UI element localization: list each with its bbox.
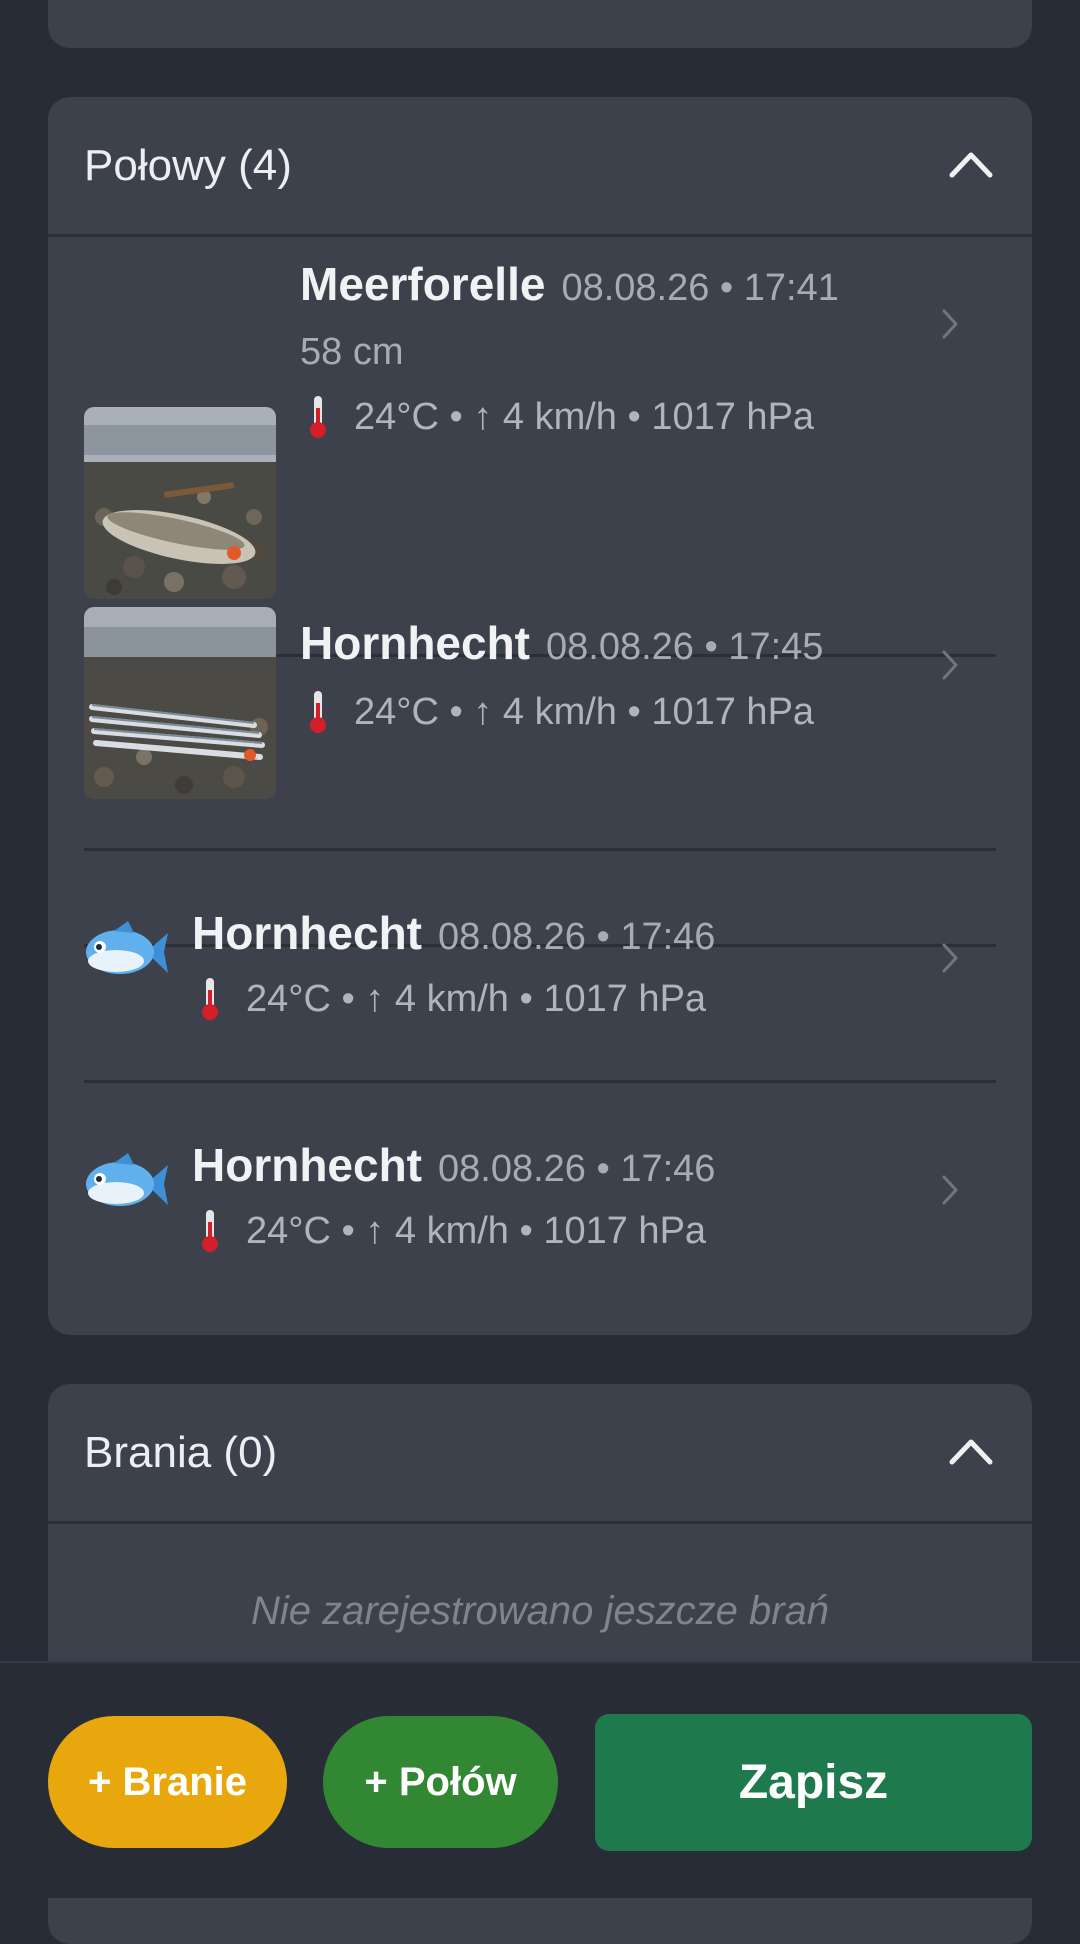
add-catch-button[interactable]: + Połów — [323, 1716, 558, 1848]
catch-weather-text: 24°C • ↑ 4 km/h • 1017 hPa — [354, 690, 815, 733]
catch-weather-text: 24°C • ↑ 4 km/h • 1017 hPa — [246, 977, 707, 1020]
fish-emoji-icon — [86, 921, 168, 974]
fish-emoji-icon — [86, 1153, 168, 1206]
catch-weather: 24°C • ↑ 4 km/h • 1017 hPa — [300, 689, 814, 735]
thermometer-icon — [310, 396, 326, 438]
bites-section-header[interactable]: Brania (0) — [48, 1384, 1032, 1524]
previous-section-card — [48, 0, 1032, 48]
chevron-right-icon[interactable] — [940, 307, 960, 341]
catches-section-header[interactable]: Połowy (4) — [48, 97, 1032, 237]
catch-species: Hornhecht — [192, 907, 422, 959]
thermometer-icon — [202, 1210, 218, 1252]
catch-row-content[interactable]: Hornhecht 08.08.26 • 17:45 24°C • ↑ 4 km/… — [84, 607, 996, 867]
catch-photo-garfish — [84, 607, 276, 799]
catch-row[interactable]: Hornhecht 08.08.26 • 17:46 24°C • ↑ 4 km/… — [84, 848, 996, 1081]
catch-title: Hornhecht 08.08.26 • 17:45 — [300, 616, 823, 670]
catches-section-title: Połowy (4) — [84, 141, 292, 190]
catch-datetime: 08.08.26 • 17:46 — [438, 916, 716, 958]
bottom-action-bar: + Branie + Połów Zapisz — [0, 1661, 1080, 1898]
catch-datetime: 08.08.26 • 17:41 — [561, 267, 839, 309]
catch-title: Hornhecht 08.08.26 • 17:46 — [192, 906, 715, 960]
chevron-up-icon[interactable] — [946, 143, 996, 183]
chevron-right-icon[interactable] — [940, 1173, 960, 1207]
catch-weather: 24°C • ↑ 4 km/h • 1017 hPa — [192, 1208, 706, 1254]
catch-species: Meerforelle — [300, 258, 546, 310]
catch-weather-text: 24°C • ↑ 4 km/h • 1017 hPa — [354, 395, 815, 438]
catch-row[interactable]: Hornhecht 08.08.26 • 17:46 24°C • ↑ 4 km/… — [84, 1080, 996, 1313]
catch-title: Hornhecht 08.08.26 • 17:46 — [192, 1138, 715, 1192]
thermometer-icon — [310, 691, 326, 733]
thermometer-icon — [202, 978, 218, 1020]
bites-section-title: Brania (0) — [84, 1428, 278, 1477]
catch-datetime: 08.08.26 • 17:45 — [546, 626, 824, 668]
chevron-right-icon[interactable] — [940, 941, 960, 975]
catch-weather: 24°C • ↑ 4 km/h • 1017 hPa — [192, 976, 706, 1022]
add-bite-button[interactable]: + Branie — [48, 1716, 287, 1848]
catch-species: Hornhecht — [300, 617, 530, 669]
catch-size: 58 cm — [300, 331, 404, 373]
catch-title: Meerforelle 08.08.26 • 17:41 — [300, 257, 839, 311]
chevron-right-icon[interactable] — [940, 648, 960, 682]
catch-species: Hornhecht — [192, 1139, 422, 1191]
catch-weather: 24°C • ↑ 4 km/h • 1017 hPa — [300, 394, 814, 440]
save-button[interactable]: Zapisz — [595, 1714, 1032, 1851]
catch-weather-text: 24°C • ↑ 4 km/h • 1017 hPa — [246, 1209, 707, 1252]
chevron-up-icon[interactable] — [946, 1430, 996, 1470]
catch-datetime: 08.08.26 • 17:46 — [438, 1148, 716, 1190]
bites-empty-message: Nie zarejestrowano jeszcze brań — [250, 1589, 830, 1633]
